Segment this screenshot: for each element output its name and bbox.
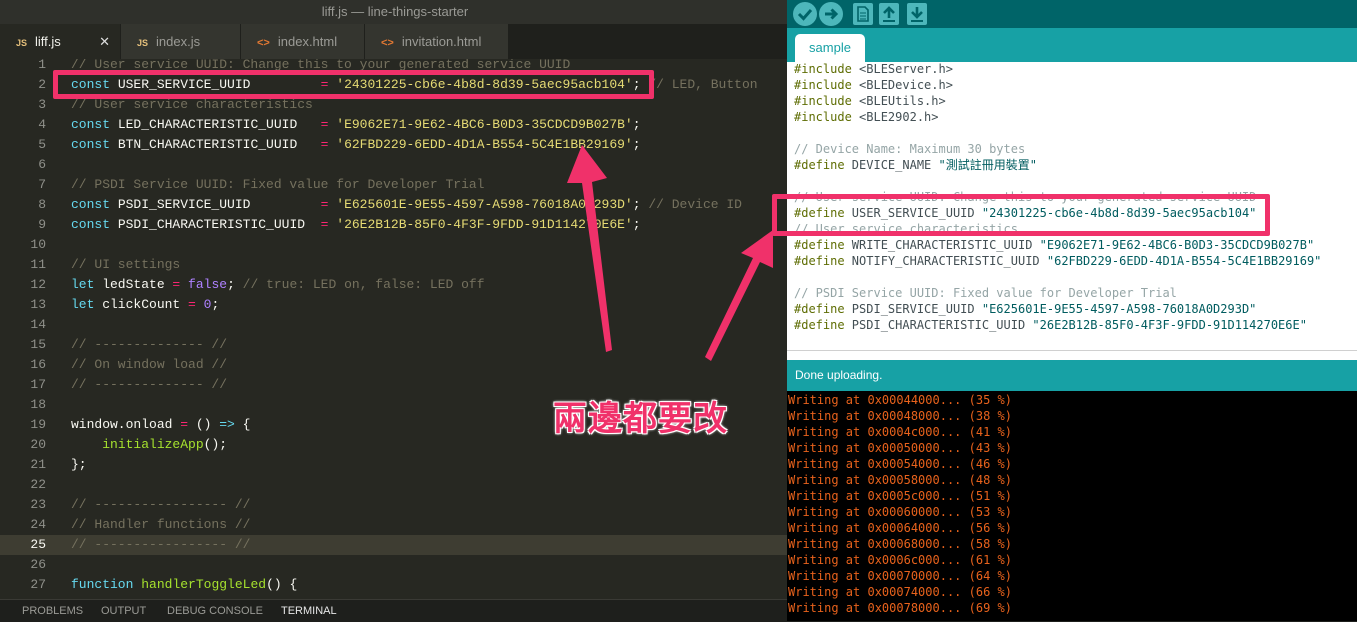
arrow-to-arduino <box>705 230 773 361</box>
arrow-to-vscode <box>567 145 612 352</box>
annotation-arrows <box>567 145 773 361</box>
annotation-text: 兩邊都要改 <box>553 399 728 439</box>
